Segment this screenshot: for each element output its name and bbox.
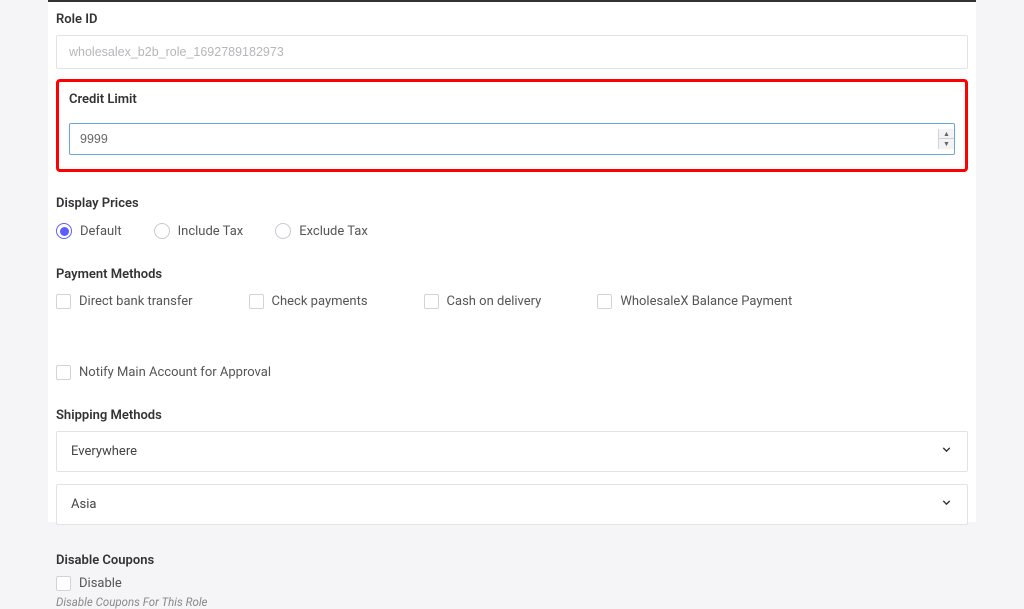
shipping-methods-label: Shipping Methods [56,408,968,431]
disable-coupons-section: Disable Coupons Disable Disable Coupons … [56,543,968,609]
credit-limit-input-wrap: ▲ ▼ [69,123,955,155]
display-prices-section: Display Prices Default Include Tax Exclu… [56,186,968,239]
check-bank-transfer[interactable]: Direct bank transfer [56,294,193,309]
disable-coupons-label: Disable Coupons [56,553,968,576]
check-check-payments[interactable]: Check payments [249,294,368,309]
chevron-down-icon [940,496,953,513]
check-label: Cash on delivery [447,294,542,309]
checkbox-icon [597,294,612,309]
role-id-label: Role ID [56,12,968,35]
check-label: Check payments [272,294,368,309]
checkbox-icon [56,576,71,591]
display-prices-label: Display Prices [56,196,968,219]
chevron-down-icon [940,443,953,460]
checkbox-icon [249,294,264,309]
role-id-input[interactable] [56,35,968,69]
check-label: Notify Main Account for Approval [79,365,271,380]
check-disable-coupons[interactable]: Disable [56,576,968,591]
shipping-select-everywhere[interactable]: Everywhere [56,431,968,472]
checkbox-icon [56,294,71,309]
radio-default[interactable]: Default [56,223,122,239]
spinner-down-icon[interactable]: ▼ [939,139,954,149]
radio-icon [56,223,72,239]
disable-coupons-helper: Disable Coupons For This Role [56,595,968,609]
check-label: Direct bank transfer [79,294,193,309]
radio-label: Include Tax [178,224,244,239]
select-label: Everywhere [71,444,137,459]
radio-label: Exclude Tax [299,224,368,239]
select-label: Asia [71,497,96,512]
credit-limit-input[interactable] [70,124,938,154]
credit-limit-highlight: Credit Limit ▲ ▼ [56,79,968,172]
check-balance[interactable]: WholesaleX Balance Payment [597,294,792,309]
check-label: Disable [79,576,122,591]
radio-icon [154,223,170,239]
payment-methods-section: Payment Methods Direct bank transfer Che… [56,257,968,380]
role-id-section: Role ID [56,2,968,69]
radio-exclude-tax[interactable]: Exclude Tax [275,223,368,239]
checkbox-icon [424,294,439,309]
check-cod[interactable]: Cash on delivery [424,294,542,309]
credit-limit-label: Credit Limit [69,92,955,115]
radio-icon [275,223,291,239]
check-label: WholesaleX Balance Payment [620,294,792,309]
spinner-up-icon[interactable]: ▲ [939,129,954,139]
checkbox-icon [56,365,71,380]
spinner: ▲ ▼ [938,129,954,149]
radio-label: Default [80,224,122,239]
check-notify[interactable]: Notify Main Account for Approval [56,365,271,380]
shipping-methods-section: Shipping Methods Everywhere Asia [56,398,968,525]
shipping-select-asia[interactable]: Asia [56,484,968,525]
radio-include-tax[interactable]: Include Tax [154,223,244,239]
payment-methods-label: Payment Methods [56,267,968,290]
